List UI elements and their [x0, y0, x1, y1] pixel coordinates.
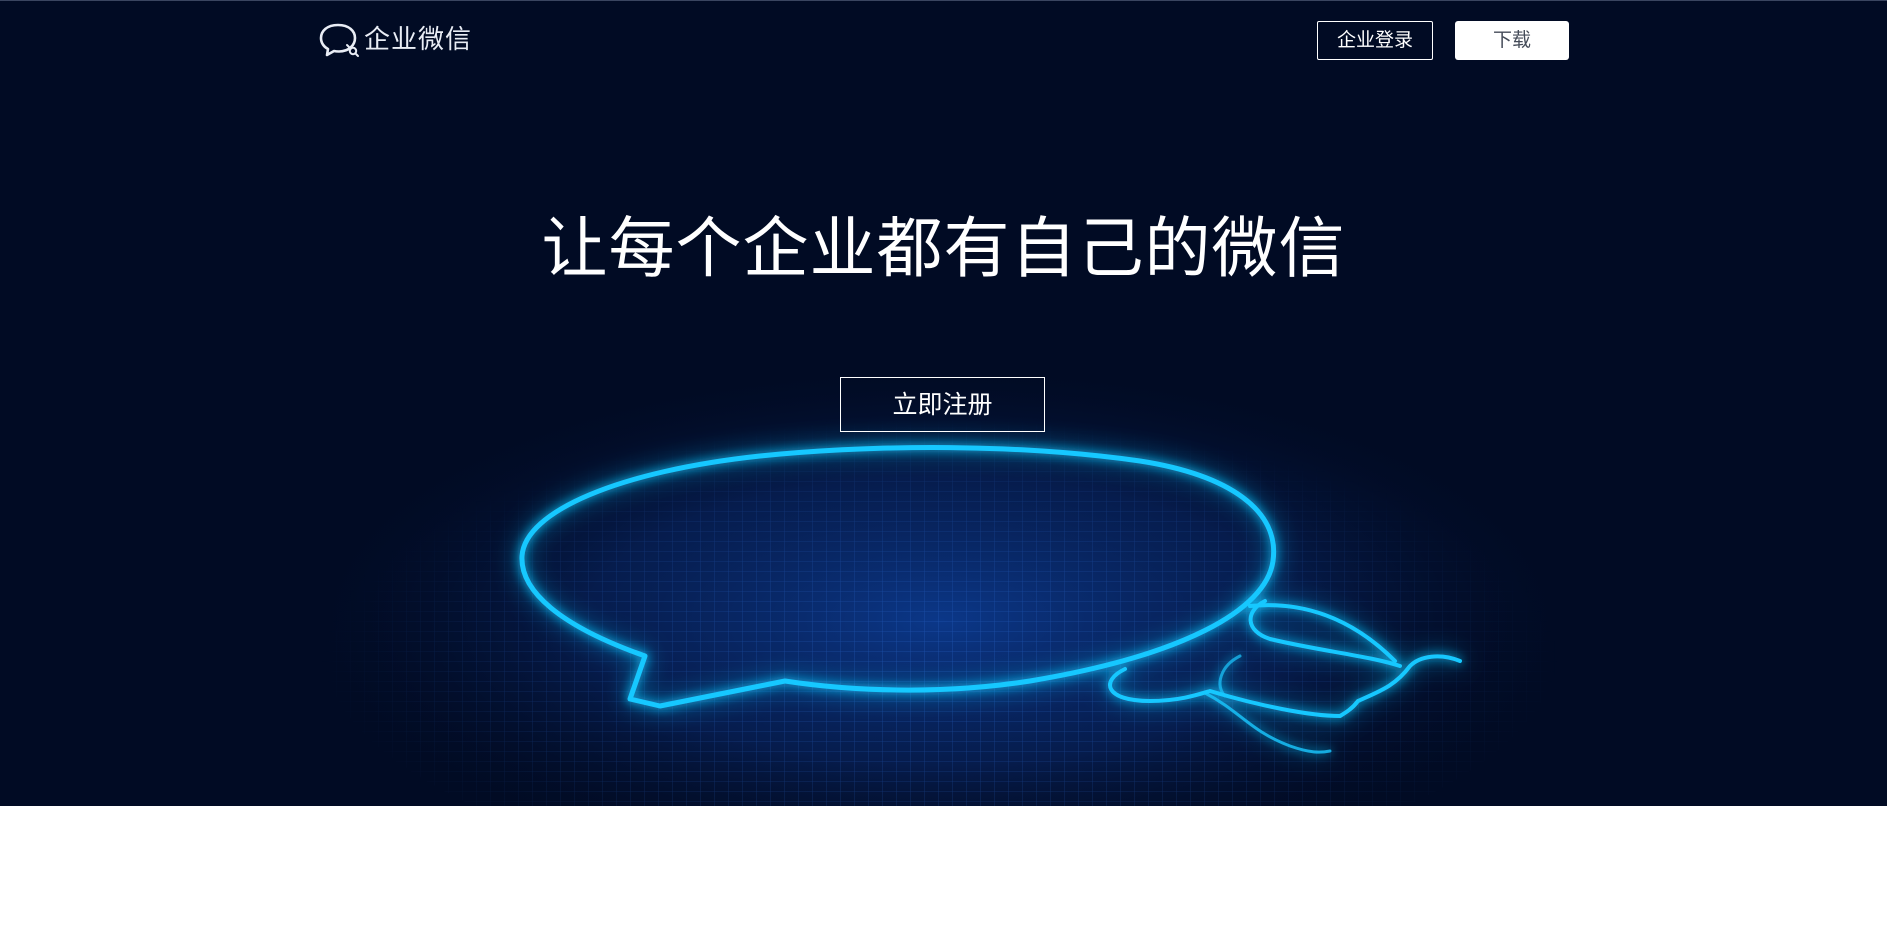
register-now-button[interactable]: 立即注册 — [840, 377, 1045, 432]
download-button[interactable]: 下载 — [1455, 21, 1569, 60]
perspective-grid — [300, 381, 1600, 806]
below-hero-area — [0, 806, 1887, 941]
chat-bubble-logo-icon — [319, 23, 359, 57]
logo-text: 企业微信 — [364, 25, 473, 55]
enterprise-login-button[interactable]: 企业登录 — [1317, 21, 1433, 60]
hero-section: 企业微信 企业登录 下载 让每个企业都有自己的微信 立即注册 — [0, 0, 1887, 806]
top-navbar: 企业微信 企业登录 下载 — [0, 1, 1887, 81]
logo[interactable]: 企业微信 — [318, 21, 472, 59]
hero-headline: 让每个企业都有自己的微信 — [541, 210, 1346, 287]
